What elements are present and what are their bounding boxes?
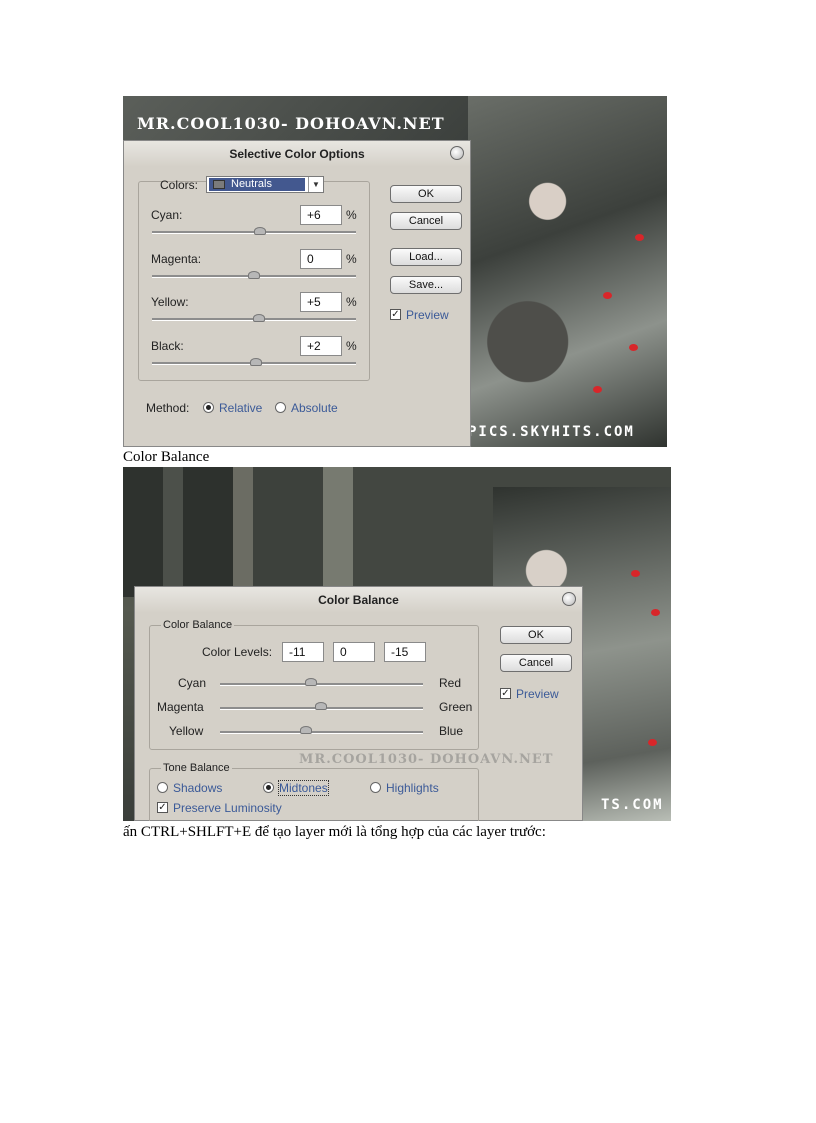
cancel-button[interactable]: Cancel — [390, 212, 462, 230]
magenta-green-slider-thumb[interactable] — [315, 702, 327, 710]
blue-label: Blue — [439, 724, 464, 738]
watermark-top: MR.COOL1030- DOHOAVN.NET — [137, 114, 445, 133]
highlights-label: Highlights — [386, 781, 439, 795]
level-cyan-red-input[interactable]: -11 — [282, 642, 324, 662]
magenta-label: Magenta — [157, 700, 204, 714]
colors-label: Colors: — [160, 178, 199, 192]
dialog-title: Color Balance — [318, 593, 399, 607]
green-label: Green — [439, 700, 473, 714]
cyan-red-slider-track[interactable] — [220, 683, 423, 686]
preview-label: Preview — [516, 687, 559, 701]
red-label: Red — [439, 676, 462, 690]
watermark-bottom: PICS.SKYHITS.COM — [468, 424, 635, 440]
colors-select[interactable]: Neutrals ▼ — [206, 176, 324, 193]
red-flower — [635, 234, 644, 241]
preserve-luminosity-label: Preserve Luminosity — [173, 801, 282, 815]
ok-button[interactable]: OK — [390, 185, 462, 203]
caption-instruction: ấn CTRL+SHLFT+E để tạo layer mới là tổng… — [123, 824, 546, 840]
yellow-slider-thumb[interactable] — [253, 314, 265, 322]
percent-unit: % — [346, 339, 357, 353]
photo-background — [468, 96, 667, 447]
percent-unit: % — [346, 208, 357, 222]
percent-unit: % — [346, 295, 357, 309]
method-relative-radio[interactable] — [203, 402, 214, 413]
cyan-value-input[interactable]: +6 — [300, 205, 342, 225]
highlights-radio[interactable] — [370, 782, 381, 793]
level-yellow-blue-input[interactable]: -15 — [384, 642, 426, 662]
selective-color-screenshot: MR.COOL1030- DOHOAVN.NET PICS.SKYHITS.CO… — [123, 96, 667, 447]
tone-balance-group-title: Tone Balance — [161, 762, 232, 774]
red-flower — [651, 609, 660, 616]
cyan-label: Cyan: — [151, 208, 183, 222]
watermark-bottom: TS.COM — [601, 797, 664, 813]
level-magenta-green-input[interactable]: 0 — [333, 642, 375, 662]
magenta-value-input[interactable]: 0 — [300, 249, 342, 269]
preserve-luminosity-checkbox[interactable]: ✓ — [157, 802, 168, 813]
preview-checkbox[interactable]: ✓ — [390, 309, 401, 320]
red-flower — [593, 386, 602, 393]
yellow-label: Yellow: — [151, 295, 189, 309]
method-relative-label: Relative — [219, 401, 263, 415]
color-balance-dialog: Color Balance Color Balance Color Levels… — [134, 586, 583, 821]
close-icon[interactable] — [562, 592, 576, 606]
dialog-titlebar: Selective Color Options — [124, 141, 470, 167]
method-absolute-radio[interactable] — [275, 402, 286, 413]
caption-color-balance: Color Balance — [123, 449, 210, 465]
yellow-blue-slider-thumb[interactable] — [300, 726, 312, 734]
shadows-radio[interactable] — [157, 782, 168, 793]
close-icon[interactable] — [450, 146, 464, 160]
ok-button[interactable]: OK — [500, 626, 572, 644]
chevron-down-icon: ▼ — [308, 177, 323, 192]
preview-checkbox[interactable]: ✓ — [500, 688, 511, 699]
midtones-radio[interactable] — [263, 782, 274, 793]
black-label: Black: — [151, 339, 184, 353]
preview-label: Preview — [406, 308, 449, 322]
watermark-mid: MR.COOL1030- DOHOAVN.NET — [299, 752, 554, 767]
yellow-label: Yellow — [169, 724, 204, 738]
red-flower — [603, 292, 612, 299]
color-levels-label: Color Levels: — [202, 645, 273, 659]
color-balance-screenshot: TS.COM Color Balance Color Balance Color… — [123, 467, 671, 821]
cyan-slider-thumb[interactable] — [254, 227, 266, 235]
selective-color-dialog: Selective Color Options Colors: Neutrals… — [123, 140, 471, 447]
midtones-label: Midtones — [278, 780, 329, 796]
red-flower — [648, 739, 657, 746]
load-button[interactable]: Load... — [390, 248, 462, 266]
cyan-label: Cyan — [178, 676, 207, 690]
red-flower — [631, 570, 640, 577]
black-slider-thumb[interactable] — [250, 358, 262, 366]
magenta-slider-thumb[interactable] — [248, 271, 260, 279]
neutrals-swatch-icon — [213, 180, 225, 189]
yellow-blue-slider-track[interactable] — [220, 731, 423, 734]
cyan-red-slider-thumb[interactable] — [305, 678, 317, 686]
cancel-button[interactable]: Cancel — [500, 654, 572, 672]
method-label: Method: — [146, 401, 190, 415]
red-flower — [629, 344, 638, 351]
percent-unit: % — [346, 252, 357, 266]
dialog-titlebar: Color Balance — [135, 587, 582, 613]
save-button[interactable]: Save... — [390, 276, 462, 294]
method-absolute-label: Absolute — [291, 401, 338, 415]
dialog-title: Selective Color Options — [229, 147, 365, 161]
yellow-value-input[interactable]: +5 — [300, 292, 342, 312]
color-balance-group-title: Color Balance — [161, 619, 235, 631]
black-value-input[interactable]: +2 — [300, 336, 342, 356]
magenta-label: Magenta: — [151, 252, 202, 266]
shadows-label: Shadows — [173, 781, 223, 795]
